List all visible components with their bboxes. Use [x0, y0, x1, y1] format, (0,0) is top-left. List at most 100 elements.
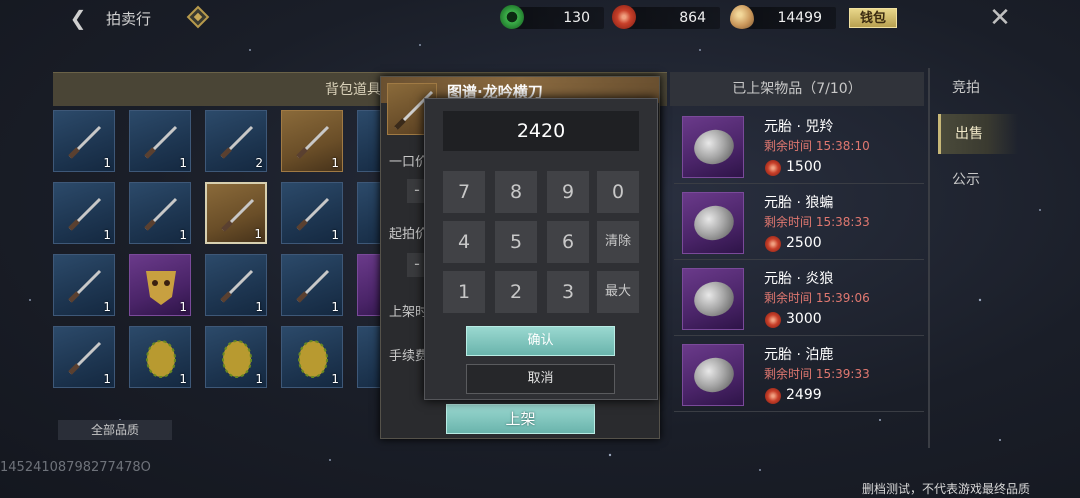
listing-price: 3000	[786, 311, 822, 327]
quality-filter-button[interactable]: 全部品质	[58, 420, 172, 440]
inventory-slot[interactable]: 1	[281, 110, 343, 172]
egg-icon	[292, 337, 334, 379]
listing-time: 剩余时间 15:38:10	[764, 139, 870, 153]
listing-row[interactable]: 元胎 · 狼蝙 剩余时间 15:38:33 2500	[674, 186, 924, 260]
keypad-key[interactable]: 8	[495, 171, 537, 213]
currency-value: 130	[563, 10, 590, 26]
inventory-slot[interactable]: 1	[205, 182, 267, 244]
listing-row[interactable]: 元胎 · 泊鹿 剩余时间 15:39:33 2499	[674, 338, 924, 412]
inventory-slot[interactable]: 1	[53, 182, 115, 244]
inventory-slot[interactable]: 1	[205, 254, 267, 316]
inventory-slot[interactable]: 1	[129, 182, 191, 244]
currency-gold: 14499	[730, 5, 836, 29]
listing-row[interactable]: 元胎 · 兕羚 剩余时间 15:38:10 1500	[674, 110, 924, 184]
keypad-key[interactable]: 清除	[597, 221, 639, 263]
listing-time: 剩余时间 15:38:33	[764, 215, 870, 229]
listing-name: 元胎 · 炎狼	[764, 271, 834, 287]
currency-jade: 130	[500, 5, 604, 29]
side-divider	[928, 68, 930, 448]
listing-price: 2499	[786, 387, 822, 403]
duration-label: 上架时	[389, 305, 429, 320]
item-count: 1	[331, 372, 339, 386]
cancel-button[interactable]: 取消	[466, 364, 615, 394]
inventory-slot[interactable]: 1	[129, 326, 191, 388]
keypad-key[interactable]: 3	[547, 271, 589, 313]
side-tab[interactable]: 竞拍	[938, 68, 1018, 108]
copper-coin-icon	[765, 388, 781, 404]
close-icon[interactable]: ✕	[986, 4, 1014, 32]
keypad-key[interactable]: 4	[443, 221, 485, 263]
inventory-slot[interactable]: 1	[129, 110, 191, 172]
item-count: 1	[331, 300, 339, 314]
user-id: 14524108798277478O	[0, 460, 151, 475]
battle-axe-icon	[292, 193, 334, 235]
side-tab[interactable]: 出售	[938, 114, 1018, 154]
wallet-button[interactable]: 钱包	[849, 8, 897, 28]
carpet-icon	[140, 121, 182, 163]
embryo-item-icon	[682, 268, 744, 330]
inventory-slot[interactable]: 1	[281, 254, 343, 316]
currency-copper: 864	[612, 5, 720, 29]
copper-coin-icon	[765, 160, 781, 176]
dao-blade-icon	[217, 194, 259, 236]
inventory-slot[interactable]: 2	[205, 110, 267, 172]
inventory-slot[interactable]: 1	[205, 326, 267, 388]
side-tab[interactable]: 公示	[938, 160, 1018, 200]
listing-name: 元胎 · 狼蝙	[764, 195, 834, 211]
start-price-label: 起拍价	[389, 227, 429, 242]
gold-ingot-icon	[730, 5, 754, 29]
info-diamond-icon[interactable]	[186, 5, 210, 29]
item-count: 1	[103, 372, 111, 386]
crab-armor-icon	[64, 337, 106, 379]
listing-price: 1500	[786, 159, 822, 175]
armor-icon	[292, 265, 334, 307]
disclaimer-text: 删档测试，不代表游戏最终品质	[862, 482, 1031, 496]
item-count: 1	[331, 228, 339, 242]
keypad-key[interactable]: 5	[495, 221, 537, 263]
keypad-key[interactable]: 6	[547, 221, 589, 263]
number-keypad: 2420 7 8 9 0 4 5 6 清除 1 2 3 最大 确认 取消	[424, 98, 658, 400]
screen-icon	[292, 121, 334, 163]
listing-name: 元胎 · 泊鹿	[764, 347, 834, 363]
item-count: 1	[331, 156, 339, 170]
inventory-slot[interactable]: 1	[53, 254, 115, 316]
back-arrow-icon[interactable]: ❮	[66, 6, 90, 30]
painting-scroll-icon	[64, 121, 106, 163]
inventory-slot[interactable]: 1	[129, 254, 191, 316]
confirm-button[interactable]: 确认	[466, 326, 615, 356]
inventory-slot[interactable]: 1	[281, 326, 343, 388]
list-item-button[interactable]: 上架	[446, 404, 595, 434]
keypad-key[interactable]: 1	[443, 271, 485, 313]
item-count: 1	[255, 300, 263, 314]
keypad-key[interactable]: 2	[495, 271, 537, 313]
listing-row[interactable]: 元胎 · 炎狼剩余时间 15:39:06 3000	[674, 262, 924, 336]
inventory-slot[interactable]: 1	[53, 110, 115, 172]
keypad-key[interactable]: 0	[597, 171, 639, 213]
listed-items-panel: 已上架物品（7/10） 元胎 · 兕羚 剩余时间 15:38:10 1500 元胎 ·…	[670, 72, 924, 412]
fee-label: 手续费	[389, 349, 429, 364]
copper-coin-icon	[765, 236, 781, 252]
item-count: 1	[103, 156, 111, 170]
spear-icon	[140, 193, 182, 235]
item-count: 2	[255, 156, 263, 170]
item-count: 1	[255, 372, 263, 386]
listing-time: 剩余时间 15:39:06	[764, 291, 870, 305]
listed-items-header: 已上架物品（7/10）	[670, 72, 924, 106]
buyout-label: 一口价	[389, 155, 429, 170]
copper-coin-icon	[765, 312, 781, 328]
keypad-display: 2420	[443, 111, 639, 151]
inventory-slot[interactable]: 1	[53, 326, 115, 388]
item-count: 1	[179, 156, 187, 170]
inventory-slot[interactable]: 1	[281, 182, 343, 244]
keypad-key[interactable]: 7	[443, 171, 485, 213]
item-count: 1	[179, 300, 187, 314]
currency-value: 14499	[777, 10, 822, 26]
embryo-item-icon	[682, 192, 744, 254]
page-title: 拍卖行	[106, 10, 152, 28]
item-count: 1	[179, 228, 187, 242]
top-bar: ❮ 拍卖行 130 864 14499 钱包 ✕	[0, 0, 1080, 36]
keypad-key[interactable]: 9	[547, 171, 589, 213]
keypad-key[interactable]: 最大	[597, 271, 639, 313]
mask-icon	[140, 265, 182, 307]
axe-icon	[64, 193, 106, 235]
